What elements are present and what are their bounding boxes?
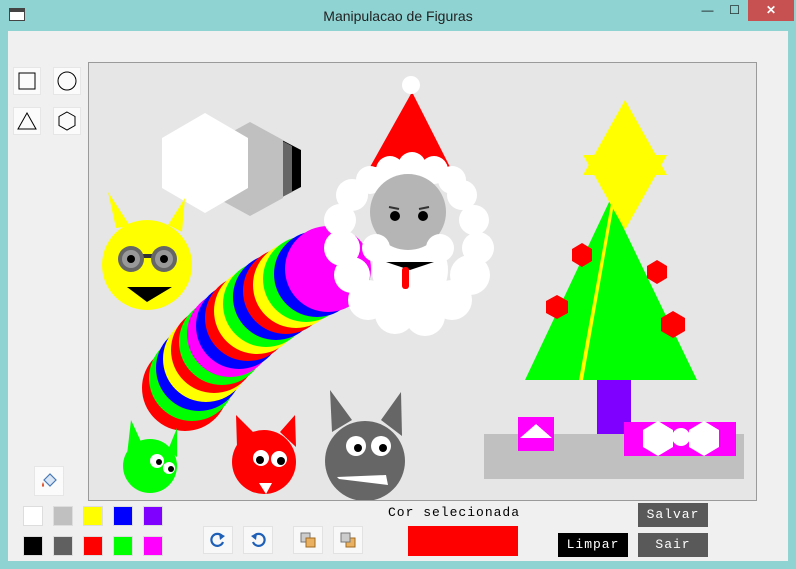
color-swatch[interactable] [113, 536, 133, 556]
rotate-clockwise-button[interactable] [203, 526, 233, 554]
color-swatch[interactable] [83, 536, 103, 556]
square-tool[interactable] [13, 67, 41, 95]
christmas-tree [484, 100, 744, 479]
sair-button[interactable]: Sair [638, 533, 708, 557]
canvas-drawing [102, 76, 744, 501]
color-swatch[interactable] [53, 536, 73, 556]
color-swatch[interactable] [23, 536, 43, 556]
gray-cat [325, 390, 405, 501]
color-swatch[interactable] [23, 506, 43, 526]
hexagon-icon [58, 111, 76, 131]
send-back-icon [340, 532, 356, 548]
triangle-tool[interactable] [13, 107, 41, 135]
color-swatch[interactable] [113, 506, 133, 526]
title-bar: Manipulacao de Figuras — ☐ ✕ [0, 0, 796, 32]
maximize-button[interactable]: ☐ [721, 0, 748, 21]
window-title: Manipulacao de Figuras [323, 8, 473, 24]
hexagon-tool[interactable] [53, 107, 81, 135]
paint-bucket-icon [42, 473, 57, 487]
close-button[interactable]: ✕ [748, 0, 794, 21]
color-swatch[interactable] [143, 536, 163, 556]
drawing-canvas[interactable] [88, 62, 757, 501]
rotate-ccw-icon [251, 532, 266, 547]
bring-to-front-button[interactable] [293, 526, 323, 554]
rotate-cw-icon [210, 532, 225, 547]
send-to-back-button[interactable] [333, 526, 363, 554]
santa [324, 76, 494, 336]
circle-icon [57, 71, 77, 91]
selected-color-label: Cor selecionada [388, 505, 521, 520]
color-swatch[interactable] [83, 506, 103, 526]
triangle-icon [17, 112, 37, 130]
rotate-counterclockwise-button[interactable] [243, 526, 273, 554]
green-cat [123, 420, 177, 493]
color-swatch[interactable] [143, 506, 163, 526]
salvar-button[interactable]: Salvar [638, 503, 708, 527]
color-swatch[interactable] [53, 506, 73, 526]
limpar-button[interactable]: Limpar [558, 533, 628, 557]
minimize-button[interactable]: — [694, 0, 721, 21]
bring-front-icon [300, 532, 316, 548]
fill-color-tool[interactable] [34, 466, 64, 496]
red-cat [232, 415, 296, 494]
square-icon [18, 72, 36, 90]
circle-tool[interactable] [53, 67, 81, 95]
selected-color-swatch [408, 526, 518, 556]
yellow-cat [102, 192, 192, 310]
